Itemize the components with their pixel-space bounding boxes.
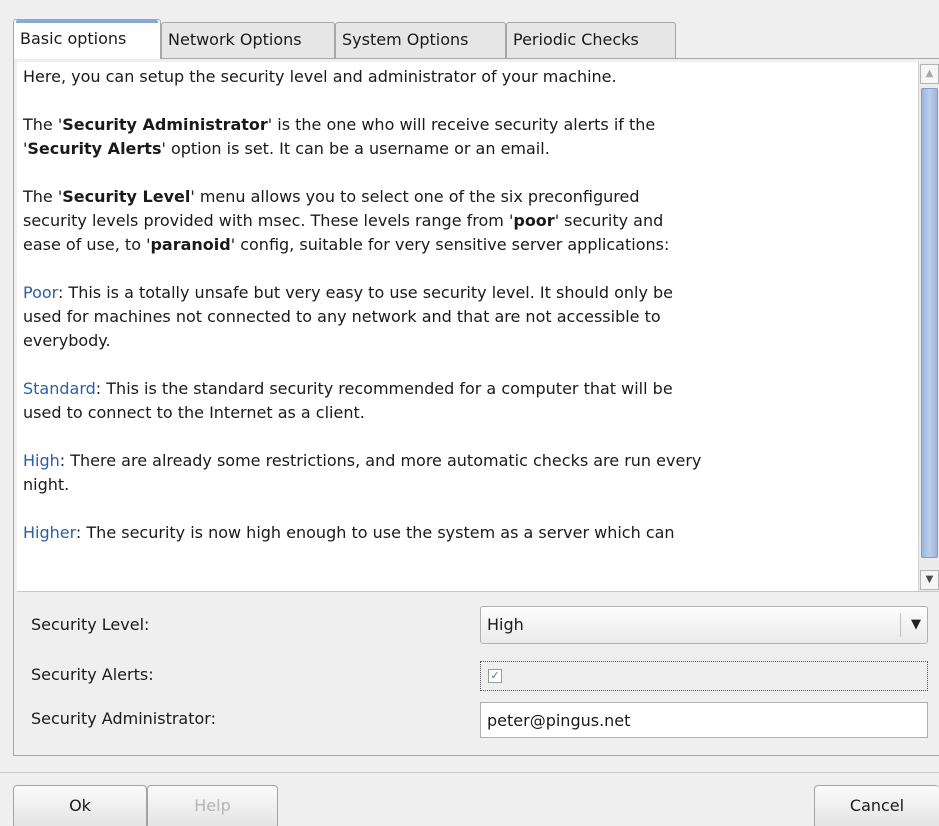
level-name-poor: Poor [23,283,58,302]
security-administrator-input[interactable] [480,702,928,738]
basic-options-panel: Here, you can setup the security level a… [13,58,939,756]
scrollbar-thumb[interactable] [921,88,938,558]
ok-button[interactable]: Ok [13,785,147,826]
level-name-standard: Standard [23,379,96,398]
level-name-high: High [23,451,60,470]
help-admin-paragraph: The 'Security Administrator' is the one … [23,115,656,158]
security-level-label: Security Level: [31,615,150,634]
tab-basic-options[interactable]: Basic options [13,19,161,59]
tab-network-options[interactable]: Network Options [161,22,335,58]
dialog-separator [0,772,939,773]
help-level-paragraph: The 'Security Level' menu allows you to … [23,187,670,254]
level-name-higher: Higher [23,523,76,542]
tab-periodic-checks[interactable]: Periodic Checks [506,22,676,58]
security-alerts-checkbox-row[interactable]: ✓ [480,661,928,691]
help-higher-paragraph: Higher: The security is now high enough … [23,523,675,542]
security-alerts-checkbox[interactable]: ✓ [488,669,502,683]
help-poor-paragraph: Poor: This is a totally unsafe but very … [23,283,674,350]
security-level-select[interactable]: High ▼ [480,606,928,644]
cancel-button[interactable]: Cancel [814,785,939,826]
security-level-value: High [487,615,524,634]
select-separator [900,613,901,637]
help-button[interactable]: Help [147,785,278,826]
help-text-view[interactable]: Here, you can setup the security level a… [17,62,939,592]
tab-system-options[interactable]: System Options [335,22,506,58]
security-alerts-label: Security Alerts: [31,665,154,684]
help-intro: Here, you can setup the security level a… [23,67,617,86]
security-administrator-label: Security Administrator: [31,709,216,728]
help-text: Here, you can setup the security level a… [23,65,911,569]
help-standard-paragraph: Standard: This is the standard security … [23,379,673,422]
vertical-scrollbar[interactable]: ▲ ▼ [918,62,939,591]
scroll-up-arrow-icon[interactable]: ▲ [920,64,939,84]
scroll-down-arrow-icon[interactable]: ▼ [920,570,939,590]
dropdown-arrow-icon: ▼ [911,617,921,632]
checkmark-icon: ✓ [490,669,500,682]
help-high-paragraph: High: There are already some restriction… [23,451,702,494]
